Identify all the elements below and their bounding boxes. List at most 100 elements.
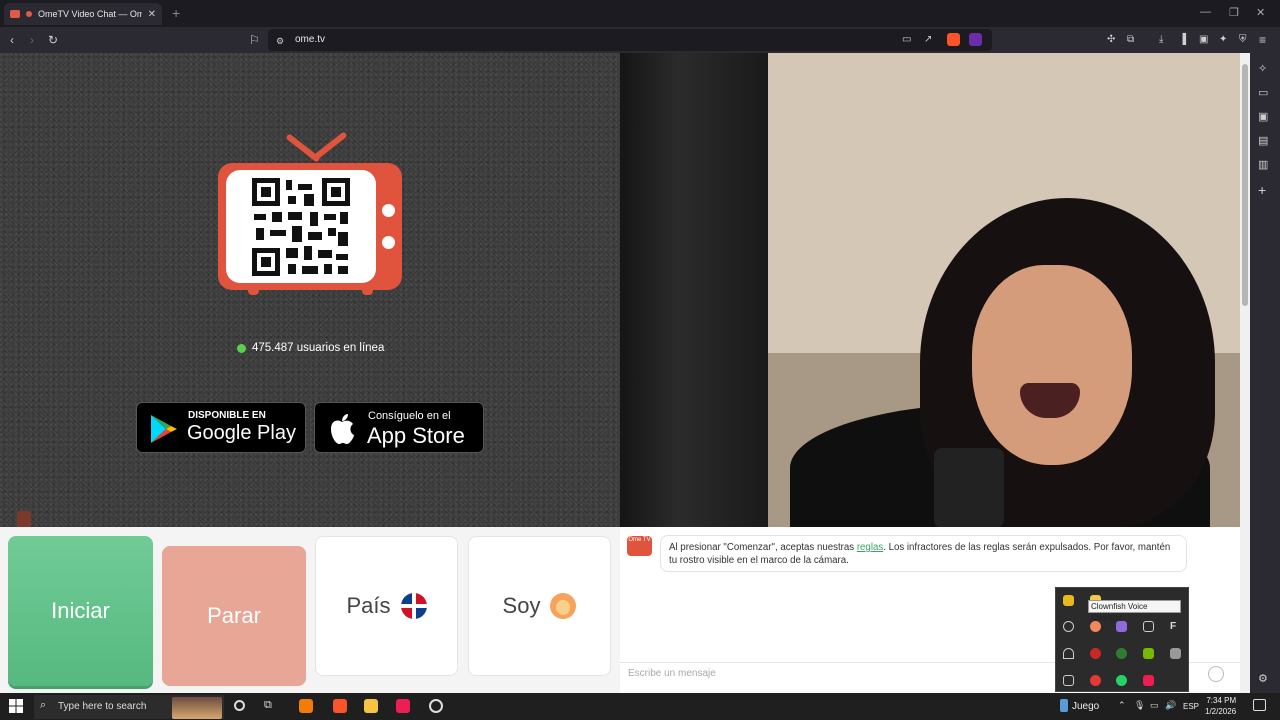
download-icon[interactable]: ⤓ xyxy=(1159,32,1163,48)
network-tray-icon[interactable]: ▭ xyxy=(1150,700,1159,711)
menu-icon[interactable]: ≡ xyxy=(1259,32,1266,48)
app-store-badge[interactable]: Consíguelo en el App Store xyxy=(314,402,484,453)
online-status-dot-icon xyxy=(237,343,246,353)
clock-date: 1/2/2026 xyxy=(1205,707,1237,716)
close-tab-icon[interactable]: ✕ xyxy=(148,9,156,20)
cortana-icon[interactable] xyxy=(234,700,245,711)
taskbar-app-icon[interactable] xyxy=(299,699,313,713)
tray-sync-icon[interactable] xyxy=(1063,621,1074,632)
back-icon[interactable]: ‹ xyxy=(10,32,14,48)
taskbar-brave-icon[interactable] xyxy=(333,699,347,713)
reading-list-icon[interactable]: ▭ xyxy=(1258,86,1268,99)
language-indicator[interactable]: ESP xyxy=(1183,702,1199,711)
dominican-flag-icon xyxy=(400,593,427,619)
weather-icon xyxy=(1060,699,1068,712)
reload-icon[interactable]: ↻ xyxy=(48,32,58,48)
url-text[interactable]: ome.tv xyxy=(295,34,325,45)
minimize-button[interactable]: — xyxy=(1200,6,1211,18)
woman-emoji-icon xyxy=(550,593,577,619)
windows-start-icon[interactable] xyxy=(9,699,23,713)
google-play-badge[interactable]: DISPONIBLE EN Google Play xyxy=(136,402,306,453)
extensions-icon[interactable]: ✣ xyxy=(1107,32,1115,48)
bookmarks-side-icon[interactable]: ▤ xyxy=(1258,134,1268,147)
task-view-icon[interactable]: ⧉ xyxy=(264,699,272,712)
screenshot-icon[interactable]: ⧉ xyxy=(1127,32,1134,48)
taskbar-tiktok-icon[interactable] xyxy=(396,699,410,713)
tray-xbox-icon[interactable] xyxy=(1116,648,1127,659)
tray-tiktok-icon[interactable] xyxy=(1143,675,1154,686)
vpn-icon[interactable]: ⛨ xyxy=(1239,32,1247,48)
share-icon[interactable]: ↗ xyxy=(924,32,932,48)
taskbar-file-explorer-icon[interactable] xyxy=(364,699,378,713)
tray-window-icon[interactable] xyxy=(1143,621,1154,632)
tray-network-icon[interactable] xyxy=(1170,648,1181,659)
tab-title: OmeTV Video Chat — Omeg xyxy=(38,9,142,19)
brave-rewards-icon[interactable] xyxy=(969,33,982,46)
wallet-icon[interactable]: ▣ xyxy=(1199,32,1208,48)
country-button[interactable]: País xyxy=(315,536,458,676)
app-store-small-text: Consíguelo en el xyxy=(368,410,451,422)
tv-leg-left xyxy=(248,288,259,295)
google-play-icon xyxy=(151,415,177,443)
apple-icon xyxy=(331,414,354,444)
google-play-small-text: DISPONIBLE EN xyxy=(188,410,266,421)
ometv-favicon-icon xyxy=(10,10,20,18)
country-label: País xyxy=(346,593,391,618)
tray-record-icon[interactable] xyxy=(1090,675,1101,686)
new-tab-button[interactable]: + xyxy=(172,5,180,21)
qr-code-icon xyxy=(252,178,350,276)
taskbar-clock[interactable]: 7:34 PM 1/2/2026 xyxy=(1205,695,1236,717)
browser-side-panel xyxy=(1250,53,1280,693)
ometv-chat-logo-icon: Ome TV xyxy=(627,536,652,556)
stop-button[interactable]: Parar xyxy=(162,546,306,686)
show-hidden-icons-icon[interactable]: ⌃ xyxy=(1118,700,1126,711)
gender-button[interactable]: Soy xyxy=(468,536,611,676)
browser-tab-bar xyxy=(0,0,1280,27)
taskbar-obs-icon[interactable] xyxy=(429,699,443,713)
tray-red-icon[interactable] xyxy=(1090,648,1101,659)
address-bar[interactable] xyxy=(268,29,992,51)
forward-icon[interactable]: › xyxy=(30,32,34,48)
search-icon: ⌕ xyxy=(40,699,47,711)
remote-video xyxy=(620,53,1240,527)
scrollbar-thumb[interactable] xyxy=(1242,64,1248,306)
chat-message-input[interactable]: Escribe un mensaje xyxy=(628,668,716,679)
taskbar-weather-text[interactable]: Juego xyxy=(1072,701,1099,712)
browser-tab[interactable]: OmeTV Video Chat — Omeg ✕ xyxy=(4,3,162,25)
notifications-icon[interactable] xyxy=(1253,699,1266,711)
tray-display-icon[interactable] xyxy=(1063,675,1074,686)
emoji-picker-icon[interactable] xyxy=(1208,666,1224,682)
online-users-indicator: 475.487 usuarios en línea xyxy=(237,342,384,354)
bookmark-icon[interactable]: ⚐ xyxy=(249,32,260,48)
leo-ai-icon[interactable]: ✧ xyxy=(1258,62,1267,75)
wallet-side-icon[interactable]: ▣ xyxy=(1258,110,1268,123)
tray-f-icon[interactable]: F xyxy=(1170,621,1181,632)
brave-shields-icon[interactable] xyxy=(947,33,960,46)
tray-app-icon[interactable] xyxy=(1063,595,1074,606)
tray-nvidia-icon[interactable] xyxy=(1143,648,1154,659)
system-message-text-start: Al presionar "Comenzar", aceptas nuestra… xyxy=(669,542,857,553)
small-game-icon[interactable] xyxy=(17,511,31,527)
recording-indicator-icon xyxy=(26,11,32,17)
tray-headset-icon[interactable] xyxy=(1063,648,1074,659)
close-window-button[interactable]: ✕ xyxy=(1256,6,1265,19)
cast-icon[interactable]: ▭ xyxy=(902,32,911,48)
site-info-icon[interactable]: ⚙ xyxy=(276,33,284,49)
volume-tray-icon[interactable]: 🔊 xyxy=(1165,700,1176,711)
tv-knob-bottom xyxy=(382,236,395,249)
app-store-big-text: App Store xyxy=(367,423,465,448)
start-button[interactable]: Iniciar xyxy=(8,536,153,686)
rules-link[interactable]: reglas xyxy=(857,542,883,553)
microphone-tray-icon[interactable]: 🎙 xyxy=(1134,700,1145,711)
maximize-button[interactable]: ❐ xyxy=(1229,6,1239,19)
tv-leg-right xyxy=(362,288,373,295)
person-face xyxy=(972,265,1132,465)
add-side-item-icon[interactable]: + xyxy=(1258,182,1266,198)
taskbar-search-placeholder[interactable]: Type here to search xyxy=(58,701,146,712)
google-play-big-text: Google Play xyxy=(187,422,296,444)
leo-icon[interactable]: ✦ xyxy=(1219,32,1227,48)
sidebar-toggle-icon[interactable]: ▐ xyxy=(1179,32,1186,48)
tray-whatsapp-icon[interactable] xyxy=(1116,675,1127,686)
history-side-icon[interactable]: ▥ xyxy=(1258,158,1268,171)
side-settings-icon[interactable]: ⚙ xyxy=(1258,672,1268,685)
